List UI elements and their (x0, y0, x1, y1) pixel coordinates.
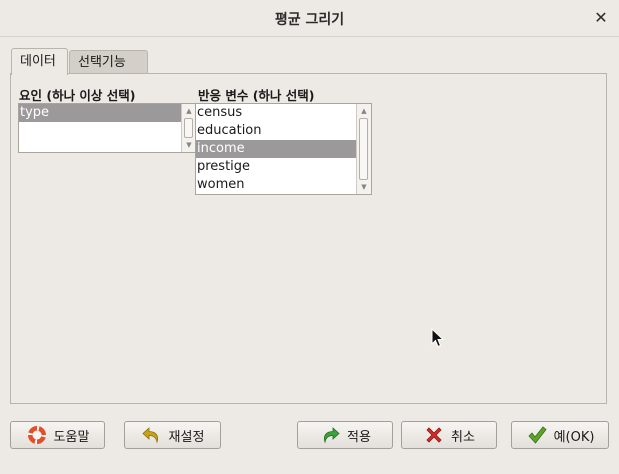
list-item[interactable]: women (196, 176, 356, 194)
scroll-down-icon[interactable]: ▼ (182, 138, 196, 152)
cancel-button-label: 취소 (451, 429, 475, 445)
list-item[interactable]: education (196, 122, 356, 140)
list-item[interactable]: prestige (196, 158, 356, 176)
help-button[interactable]: 도움말 (10, 421, 105, 449)
factors-label: 요인 (하나 이상 선택) (19, 88, 136, 103)
factors-listbox[interactable]: type ▲ ▼ (18, 103, 197, 153)
list-item[interactable]: income (196, 140, 356, 158)
scroll-thumb[interactable] (359, 118, 368, 180)
list-item[interactable]: census (196, 104, 356, 122)
window-title: 평균 그리기 (274, 12, 345, 28)
ok-button[interactable]: 예(OK) (511, 421, 609, 449)
redo-arrow-icon (324, 427, 340, 444)
scroll-down-icon[interactable]: ▼ (357, 180, 371, 194)
lifebuoy-icon (27, 426, 46, 444)
ok-button-label: 예(OK) (553, 429, 595, 445)
reset-button-label: 재설정 (168, 429, 205, 445)
tab-data[interactable]: 데이터 (11, 48, 68, 75)
apply-button-label: 적용 (347, 429, 371, 445)
help-button-label: 도움말 (53, 429, 90, 445)
response-scrollbar[interactable]: ▲ ▼ (356, 104, 371, 194)
scroll-thumb[interactable] (184, 118, 193, 138)
response-label: 반응 변수 (하나 선택) (198, 88, 315, 103)
undo-icon (141, 427, 158, 444)
apply-button[interactable]: 적용 (297, 421, 393, 449)
checkmark-icon (528, 426, 547, 444)
response-listbox[interactable]: census education income prestige women ▲… (195, 103, 372, 195)
scroll-up-icon[interactable]: ▲ (357, 104, 371, 118)
scroll-up-icon[interactable]: ▲ (182, 104, 196, 118)
red-x-icon (426, 427, 442, 443)
mouse-pointer-icon (431, 328, 445, 348)
list-item[interactable]: type (19, 104, 181, 122)
factors-scrollbar[interactable]: ▲ ▼ (181, 104, 196, 152)
title-bar: 평균 그리기 ✕ (0, 0, 619, 37)
tab-panel: 요인 (하나 이상 선택) type ▲ ▼ 반응 변수 (하나 선택) cen… (10, 73, 607, 404)
tab-options[interactable]: 선택기능 (69, 50, 148, 74)
close-icon[interactable]: ✕ (591, 8, 611, 28)
reset-button[interactable]: 재설정 (124, 421, 221, 449)
cancel-button[interactable]: 취소 (401, 421, 497, 449)
